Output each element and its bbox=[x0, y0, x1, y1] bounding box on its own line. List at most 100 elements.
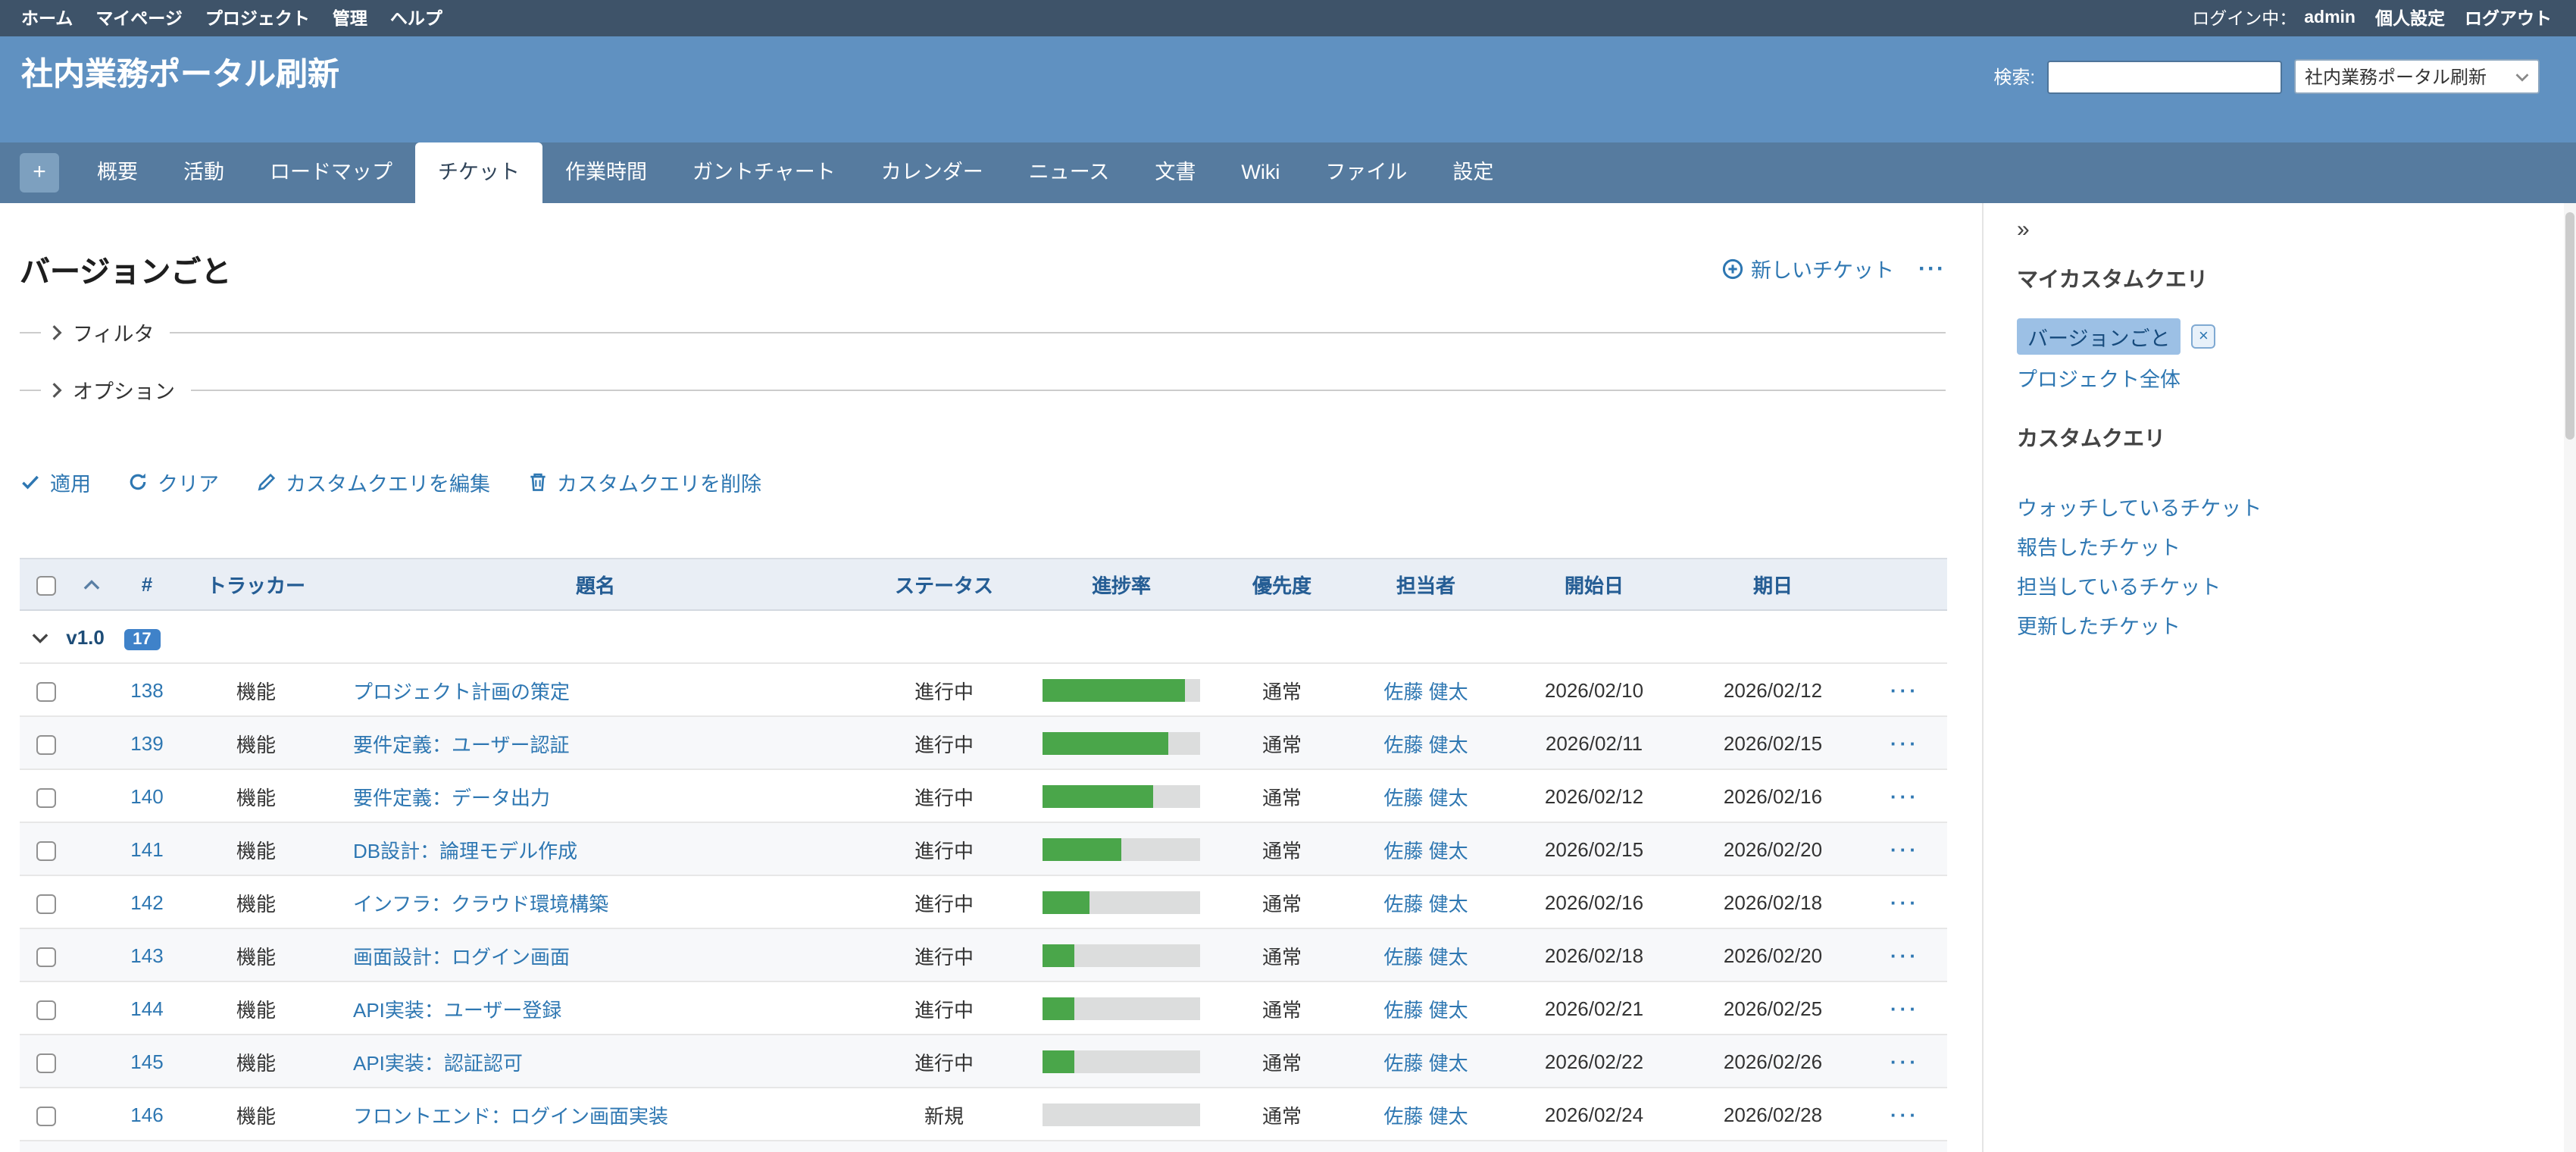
issue-assignee-link[interactable]: 佐藤 健太 bbox=[1383, 1051, 1468, 1074]
issue-context-menu-button[interactable]: ··· bbox=[1890, 944, 1919, 966]
issue-assignee-link[interactable]: 佐藤 健太 bbox=[1383, 839, 1468, 862]
issue-checkbox[interactable] bbox=[36, 1053, 55, 1072]
col-header-assignee[interactable]: 担当者 bbox=[1347, 559, 1505, 610]
issue-assignee-link[interactable]: 佐藤 健太 bbox=[1383, 998, 1468, 1021]
col-header-id[interactable]: # bbox=[111, 559, 183, 610]
col-header-priority[interactable]: 優先度 bbox=[1217, 559, 1347, 610]
search-input[interactable] bbox=[2047, 60, 2282, 93]
issue-checkbox[interactable] bbox=[36, 787, 55, 807]
project-tab[interactable]: 活動 bbox=[161, 142, 247, 203]
new-issue-button[interactable]: 新しいチケット bbox=[1721, 253, 1894, 283]
sidebar-query-link[interactable]: 更新したチケット bbox=[2017, 608, 2534, 647]
issue-context-menu-button[interactable]: ··· bbox=[1890, 784, 1919, 807]
project-tab[interactable]: 作業時間 bbox=[542, 142, 670, 203]
project-tab[interactable]: 設定 bbox=[1430, 142, 1516, 203]
trash-icon bbox=[527, 471, 548, 493]
my-account-link[interactable]: 個人設定 bbox=[2375, 6, 2445, 30]
filters-section-toggle[interactable]: フィルタ bbox=[20, 315, 1946, 349]
project-tab[interactable]: ガントチャート bbox=[670, 142, 858, 203]
issue-id-link[interactable]: 142 bbox=[130, 891, 163, 913]
issue-id-link[interactable]: 143 bbox=[130, 944, 163, 966]
project-tab[interactable]: Wiki bbox=[1218, 142, 1302, 203]
col-header-start-date[interactable]: 開始日 bbox=[1505, 559, 1683, 610]
delete-custom-query-button[interactable]: カスタムクエリを削除 bbox=[527, 467, 761, 497]
issue-id-link[interactable]: 141 bbox=[130, 837, 163, 860]
project-tab[interactable]: ロードマップ bbox=[247, 142, 415, 203]
issue-context-menu-button[interactable]: ··· bbox=[1890, 1103, 1919, 1125]
scrollbar-thumb[interactable] bbox=[2565, 212, 2574, 440]
issue-subject-link[interactable]: 要件定義：データ出力 bbox=[353, 786, 550, 809]
options-section-toggle[interactable]: オプション bbox=[20, 373, 1946, 406]
issue-assignee-link[interactable]: 佐藤 健太 bbox=[1383, 945, 1468, 968]
issue-id-link[interactable]: 139 bbox=[130, 731, 163, 754]
issue-context-menu-button[interactable]: ··· bbox=[1890, 891, 1919, 913]
issue-subject-link[interactable]: インフラ：クラウド環境構築 bbox=[353, 892, 608, 915]
issue-assignee-cell: 佐藤 健太 bbox=[1347, 928, 1505, 981]
select-all-checkbox[interactable] bbox=[36, 576, 55, 596]
issue-checkbox[interactable] bbox=[36, 681, 55, 701]
col-header-subject[interactable]: 題名 bbox=[329, 559, 862, 610]
edit-custom-query-button[interactable]: カスタムクエリを編集 bbox=[255, 467, 490, 497]
issue-checkbox[interactable] bbox=[36, 947, 55, 966]
issue-id-link[interactable]: 140 bbox=[130, 784, 163, 807]
remove-query-filter-button[interactable]: × bbox=[2191, 324, 2215, 349]
issue-context-menu-button[interactable]: ··· bbox=[1890, 837, 1919, 860]
sidebar-collapse-button[interactable]: » bbox=[2017, 218, 2041, 243]
issue-context-menu-button[interactable]: ··· bbox=[1890, 678, 1919, 701]
issue-subject-link[interactable]: API実装：ユーザー登録 bbox=[353, 998, 561, 1021]
issue-count-badge: 17 bbox=[123, 628, 161, 650]
project-tab[interactable]: ニュース bbox=[1006, 142, 1133, 203]
issue-assignee-link[interactable]: 佐藤 健太 bbox=[1383, 786, 1468, 809]
issue-subject-link[interactable]: フロントエンド：ログイン画面実装 bbox=[353, 1104, 668, 1127]
issue-subject-link[interactable]: 要件定義：ユーザー認証 bbox=[353, 733, 570, 756]
issue-assignee-link[interactable]: 佐藤 健太 bbox=[1383, 680, 1468, 703]
topbar-menu-item[interactable]: プロジェクト bbox=[205, 6, 310, 30]
issue-assignee-link[interactable]: 佐藤 健太 bbox=[1383, 892, 1468, 915]
chevron-down-icon[interactable] bbox=[32, 625, 48, 648]
issue-subject-link[interactable]: プロジェクト計画の策定 bbox=[353, 680, 570, 703]
topbar-menu-item[interactable]: 管理 bbox=[333, 6, 367, 30]
col-header-tracker[interactable]: トラッカー bbox=[183, 559, 329, 610]
sidebar-query-link[interactable]: 担当しているチケット bbox=[2017, 568, 2534, 608]
clear-button[interactable]: クリア bbox=[127, 467, 219, 497]
issue-checkbox[interactable] bbox=[36, 1106, 55, 1125]
issue-id-link[interactable]: 145 bbox=[130, 1050, 163, 1072]
issue-checkbox[interactable] bbox=[36, 1000, 55, 1019]
more-menu-button[interactable]: ··· bbox=[1918, 255, 1946, 281]
issue-checkbox[interactable] bbox=[36, 841, 55, 860]
issue-context-menu-button[interactable]: ··· bbox=[1890, 731, 1919, 754]
topbar-menu-item[interactable]: ヘルプ bbox=[390, 6, 442, 30]
project-tab[interactable]: ファイル bbox=[1302, 142, 1430, 203]
issue-subject-link[interactable]: 画面設計：ログイン画面 bbox=[353, 945, 570, 968]
progress-bar bbox=[1043, 1050, 1200, 1072]
col-header-done-ratio[interactable]: 進捗率 bbox=[1026, 559, 1217, 610]
issue-context-menu-button[interactable]: ··· bbox=[1890, 997, 1919, 1019]
project-tab[interactable]: カレンダー bbox=[858, 142, 1006, 203]
issue-checkbox[interactable] bbox=[36, 734, 55, 754]
topbar-menu-item[interactable]: ホーム bbox=[21, 6, 73, 30]
topbar-menu-item[interactable]: マイページ bbox=[95, 6, 183, 30]
sidebar-query-link[interactable]: ウォッチしているチケット bbox=[2017, 490, 2534, 529]
issue-assignee-link[interactable]: 佐藤 健太 bbox=[1383, 733, 1468, 756]
issue-id-link[interactable]: 144 bbox=[130, 997, 163, 1019]
issue-subject-link[interactable]: API実装：認証認可 bbox=[353, 1051, 523, 1074]
project-tab[interactable]: チケット bbox=[415, 142, 542, 203]
col-header-status[interactable]: ステータス bbox=[862, 559, 1026, 610]
issue-subject-link[interactable]: DB設計：論理モデル作成 bbox=[353, 839, 577, 862]
issue-assignee-link[interactable]: 佐藤 健太 bbox=[1383, 1104, 1468, 1127]
apply-button[interactable]: 適用 bbox=[20, 467, 91, 497]
sidebar-query-link[interactable]: プロジェクト全体 bbox=[2017, 362, 2534, 390]
col-header-due-date[interactable]: 期日 bbox=[1683, 559, 1862, 610]
issue-id-link[interactable]: 138 bbox=[130, 678, 163, 701]
add-tab-button[interactable]: + bbox=[20, 153, 59, 193]
project-tab[interactable]: 概要 bbox=[74, 142, 161, 203]
issue-context-menu-button[interactable]: ··· bbox=[1890, 1050, 1919, 1072]
issue-checkbox[interactable] bbox=[36, 894, 55, 913]
sidebar-query-link-selected[interactable]: バージョンごと bbox=[2017, 318, 2181, 355]
sidebar-query-link[interactable]: 報告したチケット bbox=[2017, 529, 2534, 568]
logout-link[interactable]: ログアウト bbox=[2465, 6, 2552, 30]
vertical-scrollbar[interactable] bbox=[2564, 203, 2576, 1152]
project-tab[interactable]: 文書 bbox=[1132, 142, 1218, 203]
project-jump-select[interactable]: 社内業務ポータル刷新 bbox=[2294, 59, 2540, 94]
issue-id-link[interactable]: 146 bbox=[130, 1103, 163, 1125]
